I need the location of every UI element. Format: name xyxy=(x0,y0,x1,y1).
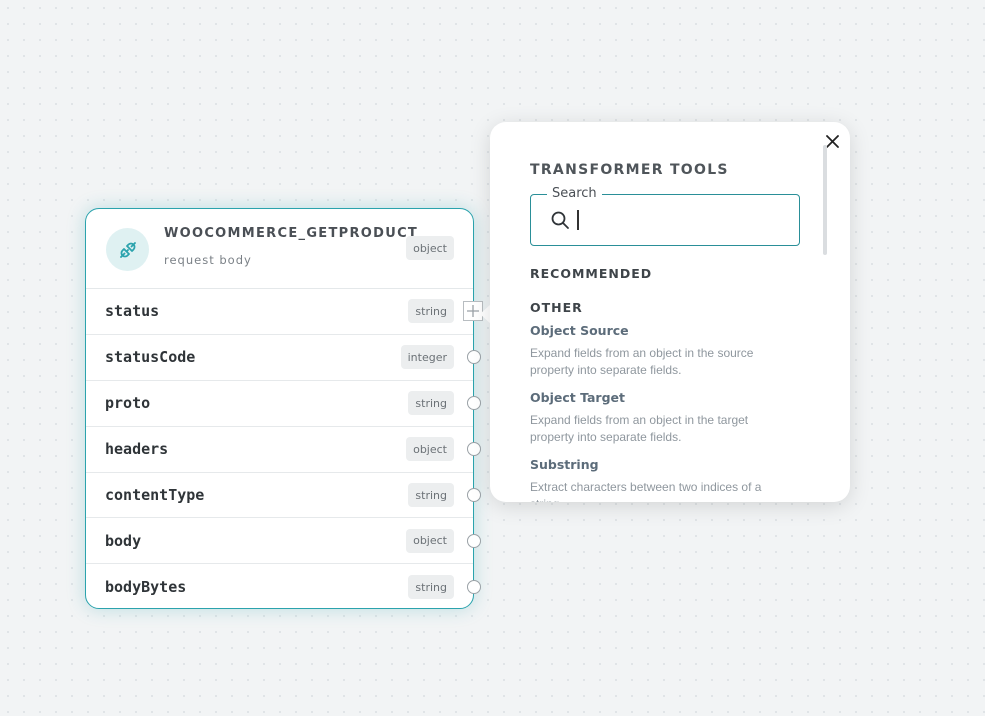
node-title: WOOCOMMERCE_GETPRODUCT xyxy=(164,226,419,241)
field-row-statuscode[interactable]: statusCode integer xyxy=(86,335,481,381)
field-row-proto[interactable]: proto string xyxy=(86,381,481,427)
field-type-badge: string xyxy=(408,483,454,507)
node-card[interactable]: WOOCOMMERCE_GETPRODUCT request body obje… xyxy=(85,208,483,610)
field-name: contentType xyxy=(105,486,205,504)
other-section-label: OTHER xyxy=(530,300,583,315)
tool-object-source[interactable]: Object Source Expand fields from an obje… xyxy=(530,323,780,379)
plug-icon xyxy=(106,228,149,271)
field-name: headers xyxy=(105,440,169,459)
field-row-bodybytes[interactable]: bodyBytes string xyxy=(86,564,481,610)
node-type-badge: object xyxy=(406,236,454,260)
output-port[interactable] xyxy=(467,442,481,457)
search-label: Search xyxy=(547,186,602,201)
field-row-contenttype[interactable]: contentType string xyxy=(86,473,481,519)
transformer-tools-popover: TRANSFORMER TOOLS Search RECOMMENDED OTH… xyxy=(490,122,850,502)
tool-object-target[interactable]: Object Target Expand fields from an obje… xyxy=(530,390,780,446)
output-port[interactable] xyxy=(467,580,481,595)
field-name: statusCode xyxy=(105,348,196,367)
tool-name: Object Target xyxy=(530,390,625,405)
tool-substring[interactable]: Substring Extract characters between two… xyxy=(530,457,780,502)
field-type-badge: string xyxy=(408,391,454,416)
popover-title: TRANSFORMER TOOLS xyxy=(530,162,729,178)
field-type-badge: object xyxy=(406,437,454,462)
field-row-body[interactable]: body object xyxy=(86,518,481,565)
node-header: WOOCOMMERCE_GETPRODUCT request body obje… xyxy=(86,209,473,289)
tool-description: Expand fields from an object in the sour… xyxy=(530,346,754,377)
field-name: body xyxy=(105,531,142,550)
search-field[interactable]: Search xyxy=(530,186,800,246)
field-type-badge: string xyxy=(408,299,454,324)
field-type-badge: object xyxy=(406,528,454,553)
field-name: bodyBytes xyxy=(105,578,187,597)
search-icon xyxy=(550,210,570,235)
field-type-badge: string xyxy=(408,575,454,600)
field-list: status string statusCode integer proto s… xyxy=(86,289,483,610)
node-subtitle: request body xyxy=(164,253,252,267)
close-icon xyxy=(825,134,839,148)
field-name: proto xyxy=(105,394,151,413)
recommended-section-label: RECOMMENDED xyxy=(530,266,653,281)
field-name: status xyxy=(105,302,160,321)
output-port[interactable] xyxy=(467,350,481,365)
scrollbar[interactable] xyxy=(823,145,827,255)
tool-description: Extract characters between two indices o… xyxy=(530,480,762,502)
field-row-headers[interactable]: headers object xyxy=(86,427,481,473)
field-row-status[interactable]: status string xyxy=(86,289,483,335)
tool-name: Object Source xyxy=(530,323,629,338)
output-port[interactable] xyxy=(467,533,481,548)
tool-name: Substring xyxy=(530,457,599,472)
search-input[interactable] xyxy=(576,207,786,233)
output-port[interactable] xyxy=(467,396,481,411)
field-type-badge: integer xyxy=(400,345,454,370)
output-port[interactable] xyxy=(467,488,481,502)
tool-description: Expand fields from an object in the targ… xyxy=(530,413,749,444)
